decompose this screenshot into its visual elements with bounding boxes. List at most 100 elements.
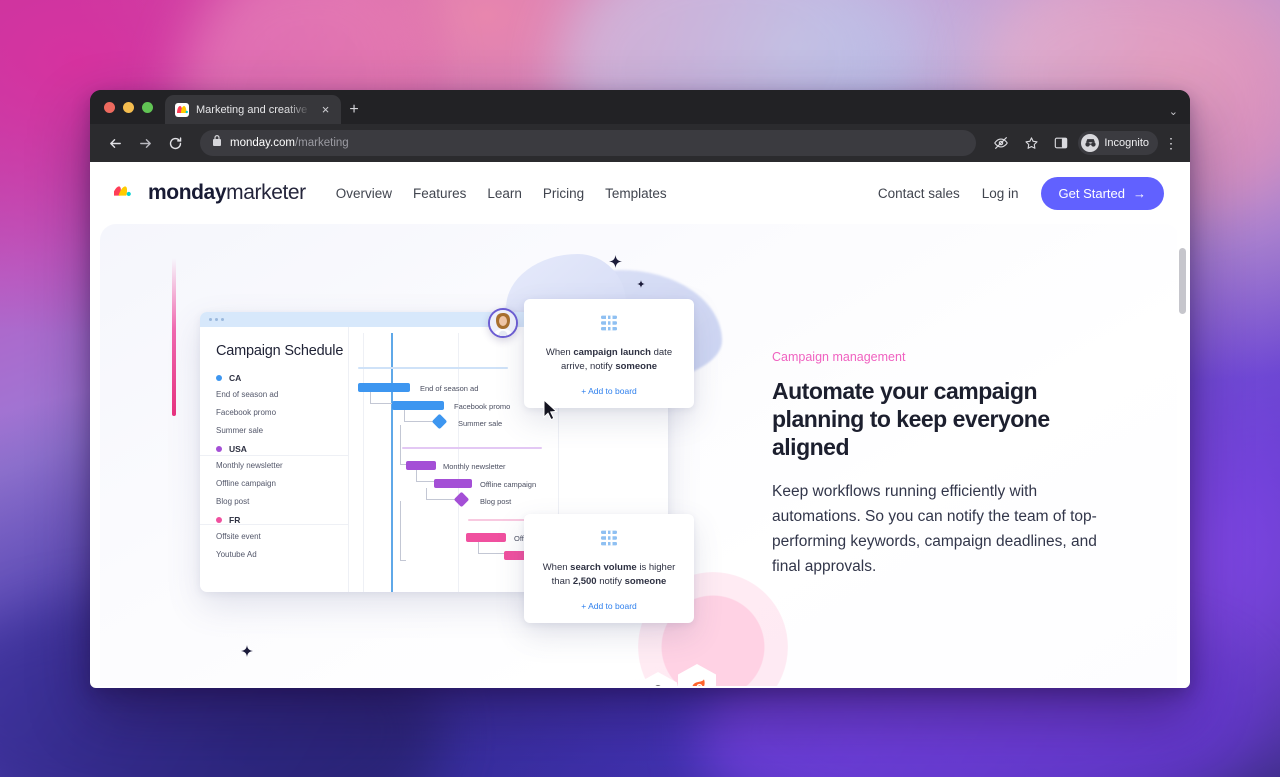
reload-icon[interactable] <box>162 130 188 156</box>
semrush-icon[interactable] <box>678 664 716 686</box>
row-label: Offsite event <box>216 532 261 541</box>
automation-card-search-volume[interactable]: When search volume is higher than 2,500 … <box>524 514 694 623</box>
group-color-dot <box>216 446 222 452</box>
browser-tab[interactable]: Marketing and creative manag × <box>165 95 341 124</box>
recipe-prefix: When <box>545 347 574 358</box>
forward-arrow-icon[interactable] <box>132 130 158 156</box>
group-label: CA <box>229 373 242 383</box>
decorative-pink-bar <box>172 258 176 416</box>
star-icon[interactable] <box>1018 130 1044 156</box>
automation-card-campaign-launch[interactable]: When campaign launch date arrive, notify… <box>524 299 694 408</box>
board-title: Campaign Schedule <box>216 343 344 359</box>
brand-name-bold: monday <box>148 181 227 204</box>
log-in-link[interactable]: Log in <box>982 186 1019 201</box>
lock-icon <box>212 134 222 152</box>
browser-menu-button[interactable]: ⋮ <box>1162 136 1180 150</box>
gantt-bar[interactable] <box>434 479 472 488</box>
group-label: USA <box>229 444 247 454</box>
incognito-label: Incognito <box>1104 137 1149 149</box>
group-header-ca: CA <box>216 373 348 383</box>
gantt-milestone[interactable] <box>431 413 448 430</box>
site-header: mondaymarketer Overview Features Learn P… <box>90 162 1190 224</box>
row-label: Monthly newsletter <box>216 461 283 470</box>
address-bar[interactable]: monday.com/marketing <box>200 130 977 156</box>
page-viewport: mondaymarketer Overview Features Learn P… <box>90 162 1190 688</box>
incognito-profile-chip[interactable]: Incognito <box>1078 131 1158 155</box>
get-started-label: Get Started <box>1058 185 1125 201</box>
automation-recipe-text: When search volume is higher than 2,500 … <box>538 561 680 590</box>
gantt-bar-label: Monthly newsletter <box>443 462 506 471</box>
scrollbar-thumb[interactable] <box>1179 248 1186 314</box>
close-tab-button[interactable]: × <box>318 102 333 117</box>
row-label: End of season ad <box>216 390 279 399</box>
sparkle-icon <box>637 275 645 293</box>
recipe-bold-target: someone <box>624 576 667 588</box>
new-tab-button[interactable]: + <box>341 95 367 124</box>
close-window-button[interactable] <box>104 101 115 113</box>
automation-stack-icon <box>600 315 618 336</box>
get-started-button[interactable]: Get Started → <box>1040 176 1164 210</box>
header-actions: Contact sales Log in Get Started → <box>878 176 1164 210</box>
gantt-bar-label: Offline campaign <box>480 480 537 489</box>
main-navigation: Overview Features Learn Pricing Template… <box>336 186 667 201</box>
monday-logo-icon <box>112 184 140 203</box>
gantt-bar-label: Summer sale <box>458 419 503 428</box>
nav-item-templates[interactable]: Templates <box>605 186 667 201</box>
group-timeline-line <box>358 367 508 369</box>
recipe-bold-trigger: search volume <box>570 562 637 573</box>
nav-item-features[interactable]: Features <box>413 186 466 201</box>
desktop-wallpaper: Marketing and creative manag × + ⌄ monda… <box>0 0 1280 777</box>
gantt-bar[interactable] <box>392 401 444 410</box>
browser-window: Marketing and creative manag × + ⌄ monda… <box>90 90 1190 688</box>
browser-tab-title: Marketing and creative manag <box>196 103 311 116</box>
hero-eyebrow: Campaign management <box>772 350 906 364</box>
url-path: /marketing <box>294 137 349 149</box>
page-scrollbar[interactable] <box>1177 162 1188 688</box>
recipe-bold-value: 2,500 <box>572 576 597 588</box>
gantt-connector <box>400 501 406 561</box>
nav-item-learn[interactable]: Learn <box>487 186 522 201</box>
recipe-prefix: When <box>542 562 571 573</box>
page-title: Automate your campaign planning to keep … <box>772 378 1050 461</box>
back-arrow-icon[interactable] <box>102 130 128 156</box>
gantt-bar[interactable] <box>358 383 410 392</box>
minimize-window-button[interactable] <box>123 101 134 113</box>
hero-body-text: Keep workflows running efficiently with … <box>772 483 1097 576</box>
monday-logo-icon <box>175 102 189 117</box>
hero-section: Campaign Schedule CA End of season ad Fa… <box>100 224 1180 686</box>
team-avatar-1[interactable] <box>488 308 518 338</box>
add-to-board-link[interactable]: + Add to board <box>538 601 680 611</box>
gantt-connector <box>478 542 504 554</box>
nav-item-pricing[interactable]: Pricing <box>543 186 584 201</box>
gantt-bar[interactable] <box>466 533 506 542</box>
gantt-bar-label: End of season ad <box>420 384 479 393</box>
board-divider <box>200 524 348 525</box>
recipe-bold-trigger: campaign launch <box>573 347 651 358</box>
automation-stack-icon <box>600 530 618 551</box>
sparkle-icon <box>241 644 253 662</box>
nav-item-overview[interactable]: Overview <box>336 186 392 201</box>
side-panel-icon[interactable] <box>1048 130 1074 156</box>
chevron-down-icon[interactable]: ⌄ <box>1169 105 1178 118</box>
eye-slash-icon[interactable] <box>988 130 1014 156</box>
contact-sales-link[interactable]: Contact sales <box>878 186 960 201</box>
hootsuite-icon[interactable] <box>639 672 677 686</box>
board-row-labels: Campaign Schedule CA End of season ad Fa… <box>200 333 348 592</box>
brand-name: mondaymarketer <box>148 181 306 205</box>
arrow-right-icon: → <box>1133 185 1146 201</box>
group-color-dot <box>216 375 222 381</box>
brand-logo[interactable]: mondaymarketer <box>112 181 306 205</box>
browser-tab-strip: Marketing and creative manag × + ⌄ <box>90 90 1190 124</box>
window-traffic-lights <box>102 90 161 124</box>
zoom-window-button[interactable] <box>142 101 153 113</box>
gantt-bar-label: Facebook promo <box>454 402 511 411</box>
automation-recipe-text: When campaign launch date arrive, notify… <box>538 346 680 375</box>
gantt-connector <box>400 425 406 465</box>
row-label: Summer sale <box>216 426 264 435</box>
add-to-board-link[interactable]: + Add to board <box>538 386 680 396</box>
gantt-connector <box>404 410 434 422</box>
gantt-bar[interactable] <box>406 461 436 470</box>
gantt-milestone[interactable] <box>453 491 470 508</box>
gantt-connector <box>426 488 456 500</box>
board-divider <box>200 455 348 456</box>
